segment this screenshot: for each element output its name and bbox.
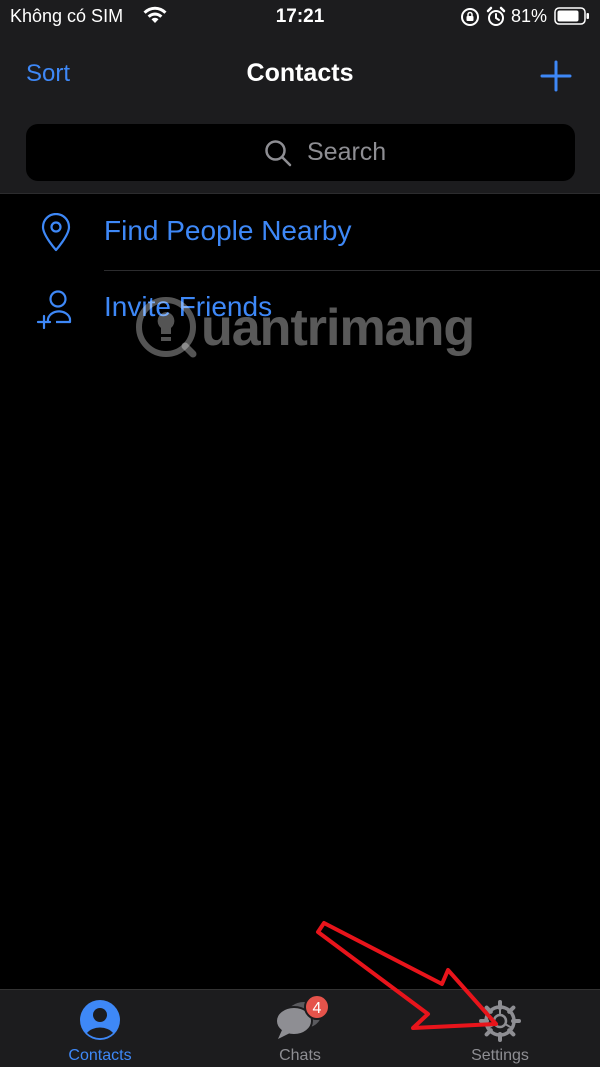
- find-people-nearby-item[interactable]: Find People Nearby: [0, 195, 600, 271]
- plus-icon[interactable]: [538, 58, 574, 94]
- tab-contacts-label: Contacts: [68, 1047, 132, 1064]
- search-input[interactable]: Search: [26, 124, 575, 181]
- battery-percentage: 81%: [511, 6, 548, 26]
- search-icon: [265, 140, 292, 167]
- watermark-text: uantrimang: [201, 299, 475, 357]
- find-people-nearby-label: Find People Nearby: [104, 215, 352, 246]
- navigation-header: Sort Contacts Search: [0, 34, 600, 194]
- page-title: Contacts: [246, 59, 354, 87]
- tab-contacts[interactable]: Contacts: [0, 990, 200, 1067]
- tab-chats-label: Chats: [279, 1047, 321, 1064]
- add-person-icon: [36, 290, 72, 330]
- watermark-logo-icon: [136, 297, 197, 358]
- battery-icon: [554, 7, 589, 25]
- contacts-screen: Không có SIM 17:21 81% Sort Contacts Sea…: [0, 0, 600, 1067]
- orientation-lock-icon: [461, 8, 479, 26]
- person-icon: [80, 1000, 120, 1040]
- status-bar: Không có SIM 17:21 81%: [0, 0, 600, 34]
- annotation-arrow-icon: [316, 921, 498, 1030]
- search-placeholder: Search: [307, 138, 387, 166]
- tab-settings-label: Settings: [471, 1047, 529, 1064]
- watermark: uantrimang: [133, 290, 493, 370]
- alarm-icon: [486, 6, 506, 26]
- location-pin-icon: [41, 213, 71, 252]
- clock: 17:21: [275, 6, 325, 27]
